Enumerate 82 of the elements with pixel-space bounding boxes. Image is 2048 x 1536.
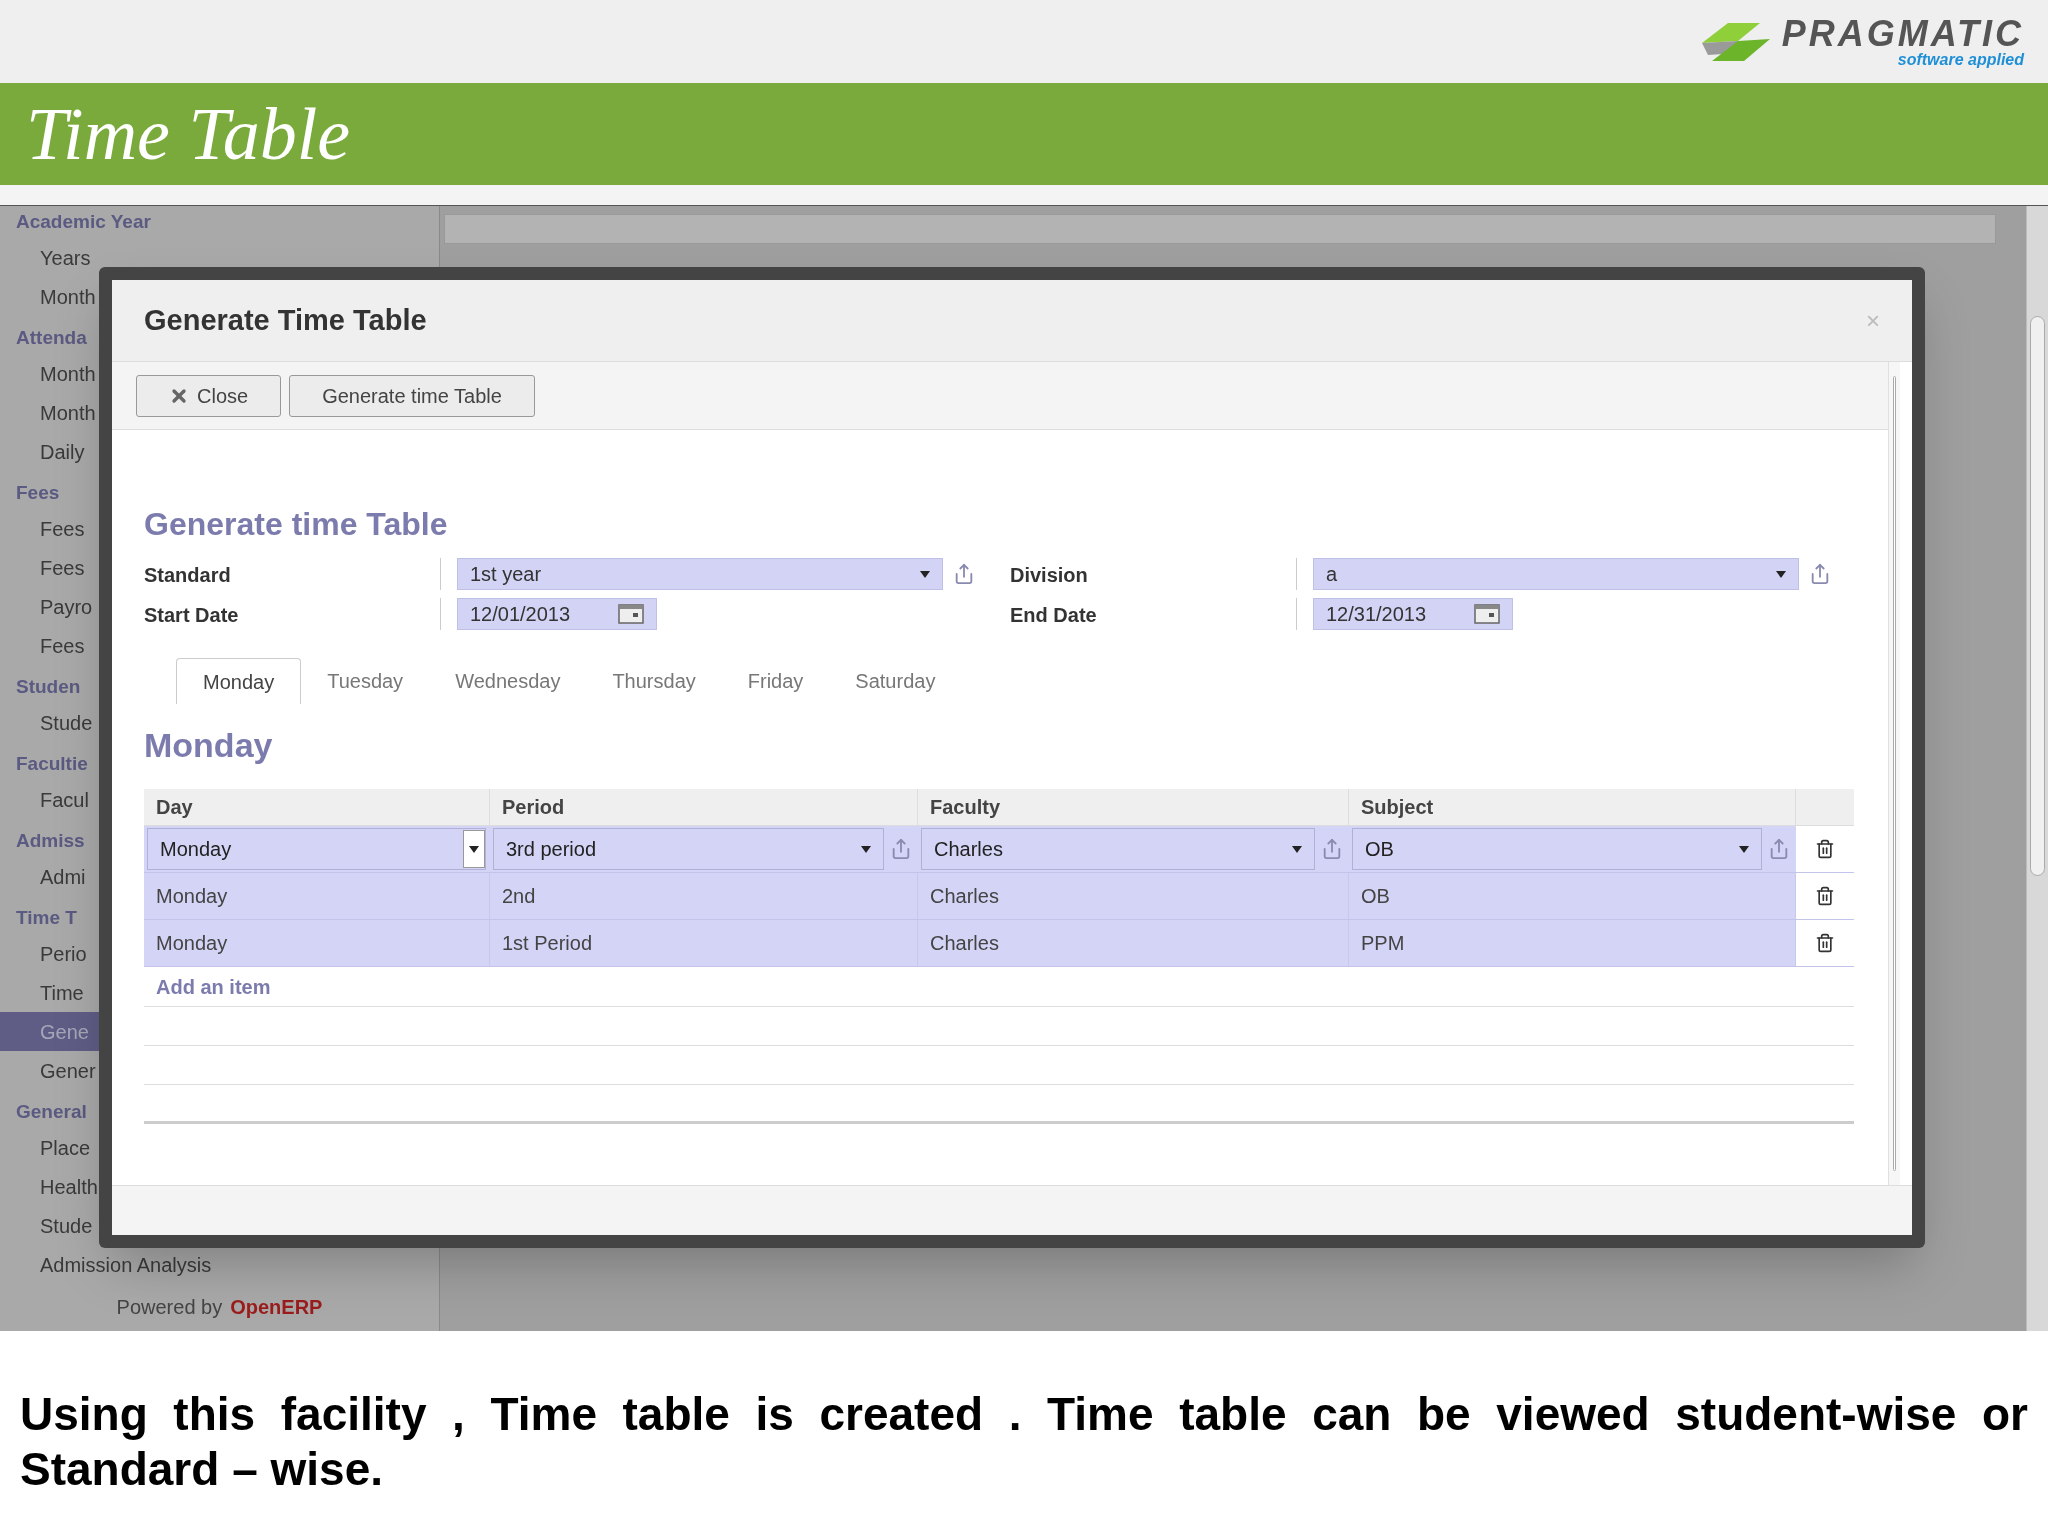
sidebar-item[interactable]: Time: [40, 977, 84, 1008]
day-tab[interactable]: Friday: [721, 658, 830, 704]
sidebar-item[interactable]: Perio: [40, 938, 87, 969]
sidebar-heading: General: [16, 1099, 87, 1124]
dropdown-toggle[interactable]: [463, 830, 485, 868]
logo-tagline: software applied: [1897, 51, 2024, 68]
day-field[interactable]: Monday: [147, 828, 486, 870]
section-title: Monday: [144, 725, 274, 766]
date-field[interactable]: 12/31/2013: [1313, 598, 1513, 630]
table-cell: Monday: [144, 920, 490, 966]
column-header[interactable]: Subject: [1349, 789, 1796, 825]
dialog-title: Generate Time Table: [144, 302, 427, 338]
sidebar-heading: Time T: [16, 905, 77, 930]
trash-icon[interactable]: [1815, 933, 1835, 953]
caret-icon: [1739, 845, 1749, 853]
sidebar-heading: Facultie: [16, 751, 88, 776]
sidebar-item[interactable]: Stude: [40, 707, 93, 738]
sidebar-item[interactable]: Admission Analysis: [40, 1249, 212, 1280]
sidebar-item[interactable]: Years: [40, 242, 91, 273]
column-header[interactable]: Period: [490, 789, 918, 825]
caret-icon: [861, 845, 871, 853]
generate-button[interactable]: Generate time Table: [289, 374, 535, 417]
select-field[interactable]: 1st year: [457, 558, 943, 590]
slide-title: Time Table: [26, 97, 351, 171]
trash-icon[interactable]: [1815, 886, 1835, 906]
table-cell: 1st Period: [490, 920, 918, 966]
select-field[interactable]: Charles: [921, 828, 1315, 870]
close-button[interactable]: Close: [136, 374, 282, 417]
add-item-link[interactable]: Add an item: [144, 971, 271, 1002]
sidebar-item[interactable]: Fees: [40, 630, 85, 661]
dialog-scrollbar[interactable]: [1888, 362, 1900, 1185]
brand-link[interactable]: OpenERP: [230, 1292, 323, 1322]
calendar-icon[interactable]: [1474, 604, 1500, 624]
sidebar-heading: Studen: [16, 674, 81, 699]
day-tab[interactable]: Thursday: [586, 658, 722, 704]
sidebar-item[interactable]: Daily: [40, 436, 85, 467]
field-label: Standard: [144, 563, 232, 588]
table-cell: Charles: [918, 920, 1349, 966]
trash-icon[interactable]: [1815, 839, 1835, 859]
sidebar-item[interactable]: Health: [40, 1171, 98, 1202]
sidebar-item[interactable]: Gene: [40, 1016, 89, 1047]
table-cell: 2nd: [490, 873, 918, 919]
sidebar-item[interactable]: Stude: [40, 1210, 93, 1241]
date-field[interactable]: 12/01/2013: [457, 598, 657, 630]
sidebar-item[interactable]: Place: [40, 1132, 91, 1163]
sidebar-item[interactable]: Gener: [40, 1055, 96, 1086]
select-field[interactable]: 3rd period: [493, 828, 884, 870]
select-field[interactable]: a: [1313, 558, 1799, 590]
sidebar-heading: Attenda: [16, 325, 87, 350]
form-heading: Generate time Table: [144, 505, 449, 544]
field-label: Start Date: [144, 603, 240, 628]
column-header[interactable]: Faculty: [918, 789, 1349, 825]
day-tab[interactable]: Saturday: [829, 658, 962, 704]
caret-icon: [1292, 845, 1302, 853]
select-field[interactable]: OB: [1352, 828, 1762, 870]
sidebar-item[interactable]: Month: [40, 397, 96, 428]
field-label: Division: [1009, 563, 1089, 588]
day-tab[interactable]: Tuesday: [301, 658, 430, 704]
sidebar-heading: Academic Year: [16, 209, 151, 234]
calendar-icon[interactable]: [618, 604, 644, 624]
table-cell: Monday: [144, 873, 490, 919]
scrollbar[interactable]: [2026, 206, 2048, 1331]
sidebar-heading: Fees: [16, 480, 60, 505]
field-label: End Date: [1009, 603, 1098, 628]
caret-icon: [469, 845, 479, 853]
powered-by-text: Powered by: [116, 1295, 223, 1320]
sidebar-item[interactable]: Facul: [40, 784, 89, 815]
sidebar-item[interactable]: Admi: [40, 861, 86, 892]
column-header[interactable]: Day: [144, 789, 490, 825]
logo-wordmark: PRAGMATIC: [1781, 15, 2024, 52]
sidebar-item[interactable]: Fees: [40, 552, 85, 583]
sidebar-item[interactable]: Month: [40, 281, 96, 312]
table-cell: Charles: [918, 873, 1349, 919]
caption-text: Using this facility , Time table is created . Time table can be viewed student-wise or Standard – wise.: [20, 1387, 2028, 1498]
caret-icon: [1776, 570, 1786, 578]
sidebar-item[interactable]: Payro: [40, 591, 93, 622]
sidebar-item[interactable]: Month: [40, 358, 96, 389]
sidebar-item[interactable]: Fees: [40, 513, 85, 544]
caret-icon: [920, 570, 930, 578]
sidebar-heading: Admiss: [16, 828, 85, 853]
day-tab[interactable]: Wednesday: [429, 658, 587, 704]
day-tab[interactable]: Monday: [176, 658, 302, 704]
